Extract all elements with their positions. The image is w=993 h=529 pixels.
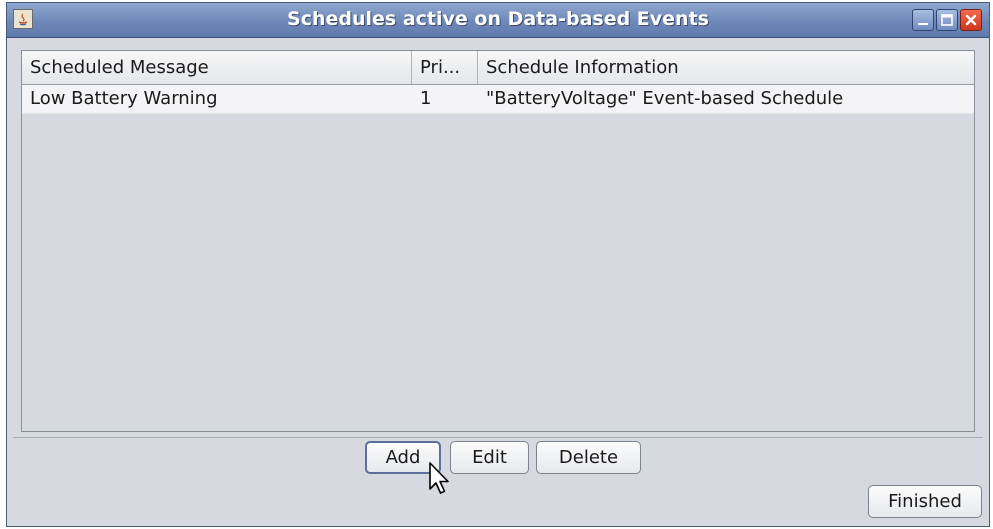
- schedules-table[interactable]: Scheduled Message Pri... Schedule Inform…: [21, 50, 975, 432]
- edit-button[interactable]: Edit: [450, 441, 529, 474]
- mouse-pointer-icon: [429, 462, 449, 494]
- divider: [13, 437, 983, 438]
- title-bar[interactable]: Schedules active on Data-based Events: [7, 3, 989, 38]
- schedules-dialog: Schedules active on Data-based Events Sc…: [6, 2, 990, 527]
- close-icon: [965, 14, 977, 26]
- column-header-scheduled-message[interactable]: Scheduled Message: [22, 51, 412, 84]
- maximize-icon: [941, 14, 953, 26]
- cell-schedule-information: "BatteryVoltage" Event-based Schedule: [486, 88, 844, 109]
- minimize-icon: [918, 23, 928, 25]
- column-header-priority[interactable]: Pri...: [412, 51, 478, 84]
- close-button[interactable]: [960, 9, 982, 31]
- minimize-button[interactable]: [912, 9, 934, 31]
- delete-button[interactable]: Delete: [536, 441, 641, 474]
- cell-priority: 1: [420, 88, 432, 109]
- column-header-schedule-information[interactable]: Schedule Information: [478, 51, 974, 84]
- table-row[interactable]: Low Battery Warning 1 "BatteryVoltage" E…: [22, 85, 974, 114]
- cell-scheduled-message: Low Battery Warning: [30, 88, 218, 109]
- finished-button[interactable]: Finished: [868, 485, 982, 518]
- window-title: Schedules active on Data-based Events: [287, 8, 709, 30]
- maximize-button[interactable]: [936, 9, 958, 31]
- table-header: Scheduled Message Pri... Schedule Inform…: [22, 51, 974, 85]
